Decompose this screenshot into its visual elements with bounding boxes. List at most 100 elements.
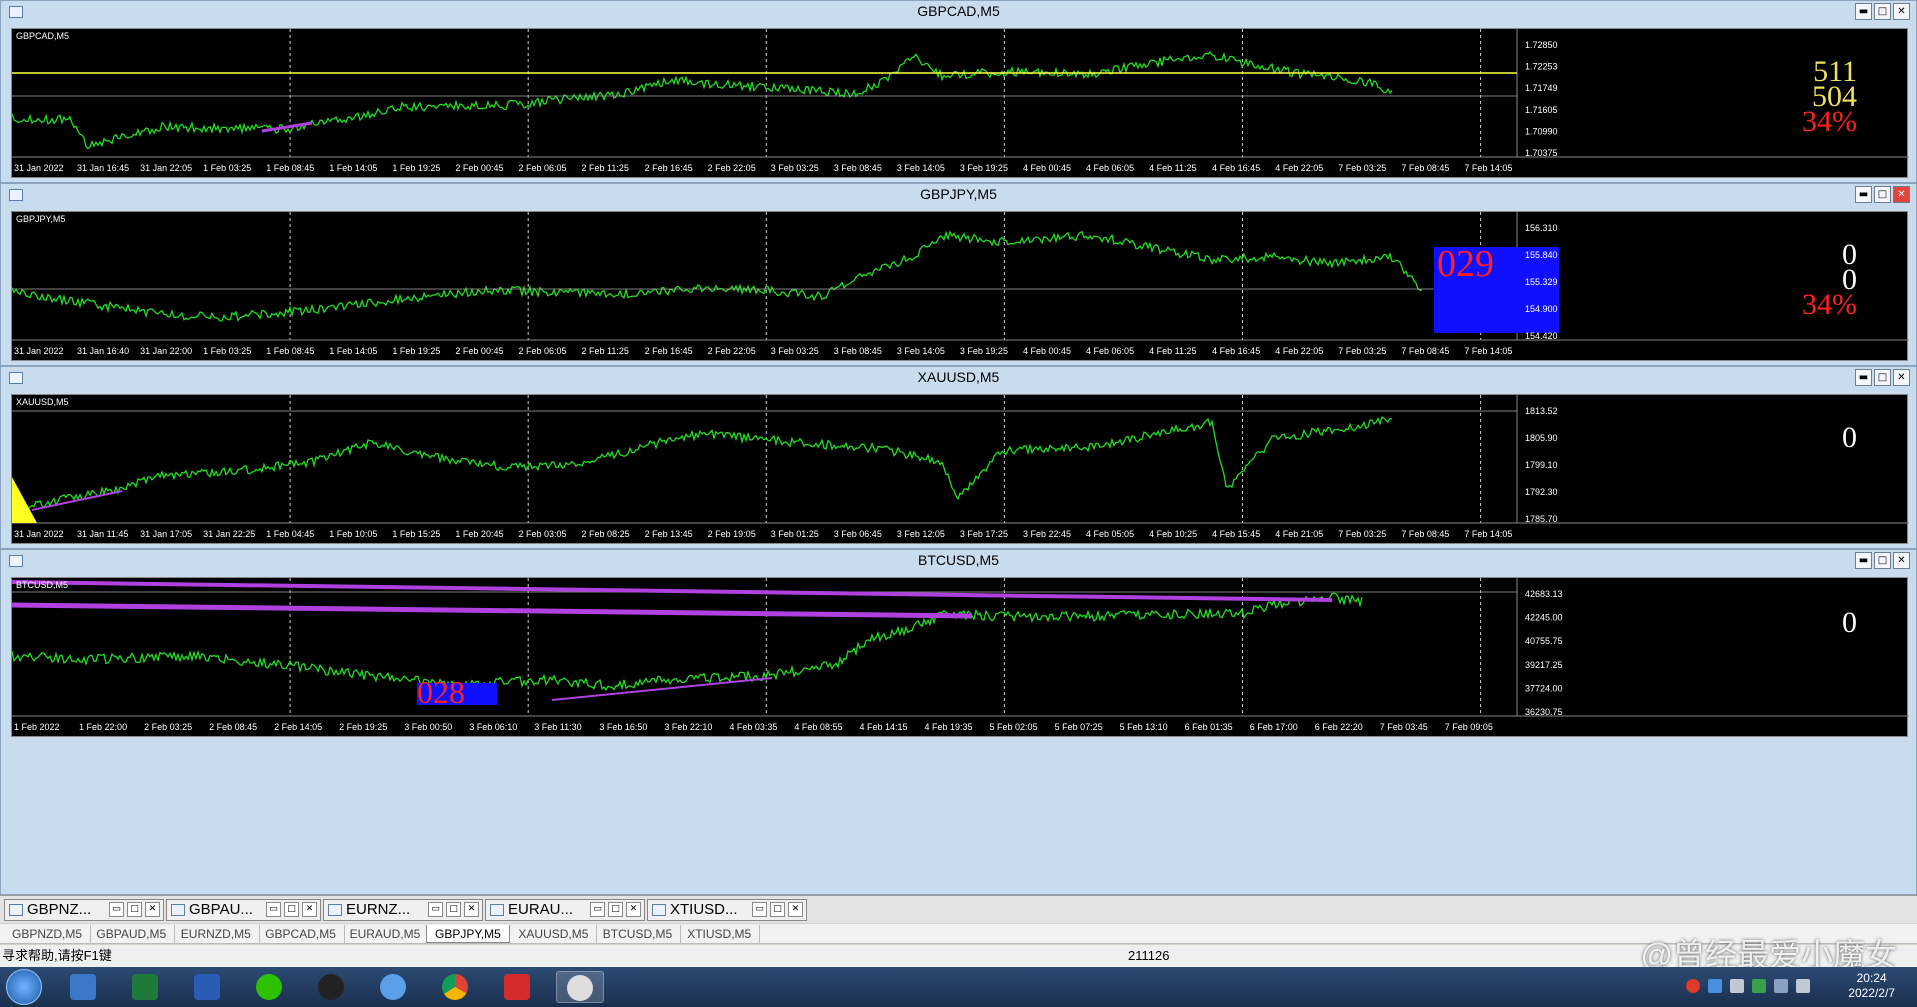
network-tray-icon[interactable] — [1774, 979, 1788, 993]
minimize-button[interactable]: ▬ — [1855, 3, 1872, 20]
sheet-tab[interactable]: EURAUD,M5 — [342, 925, 430, 943]
box-label: 029 — [1437, 243, 1494, 285]
close-button[interactable]: ✕ — [464, 902, 479, 917]
maximize-button[interactable]: □ — [770, 902, 785, 917]
restore-button[interactable]: ▭ — [428, 902, 443, 917]
mdi-tab[interactable]: EURNZ... ▭ □ ✕ — [323, 899, 483, 921]
sheet-tab[interactable]: GBPJPY,M5 — [426, 925, 510, 943]
time-tick-label: 1 Feb 14:05 — [329, 163, 377, 173]
shield-tray-icon[interactable] — [1708, 979, 1722, 993]
chart-window-icon — [9, 555, 23, 567]
taskbar-excel[interactable] — [122, 971, 170, 1003]
maximize-button[interactable]: □ — [284, 902, 299, 917]
price-chart[interactable]: 156.310 155.840 155.329 154.900 154.420 31 Ja… — [11, 211, 1909, 361]
maximize-button[interactable]: □ — [1874, 369, 1891, 386]
sheet-tab[interactable]: BTCUSD,M5 — [595, 925, 682, 943]
restore-button[interactable]: ▭ — [590, 902, 605, 917]
taskbar-word[interactable] — [184, 971, 232, 1003]
sheet-tab[interactable]: GBPNZD,M5 — [4, 925, 92, 943]
chart-window-btcusd[interactable]: BTCUSD,M5 ▬ □ ✕ 42683.13 42245.00 40755.75 39… — [0, 549, 1917, 895]
time-tick-label: 1 Feb 14:05 — [329, 346, 377, 356]
chart-window-xauusd[interactable]: XAUUSD,M5 ▬ □ ✕ 1813.52 1805.90 1799.10 1792.… — [0, 366, 1917, 549]
time-tick-label: 4 Feb 06:05 — [1086, 346, 1134, 356]
price-tick-label: 1799.10 — [1525, 460, 1558, 470]
time-tick-label: 3 Feb 06:45 — [834, 529, 882, 539]
qq-penguin-icon — [318, 974, 344, 1000]
sheet-tab[interactable]: EURNZD,M5 — [173, 925, 260, 943]
price-tick-label: 42245.00 — [1525, 613, 1563, 623]
close-button[interactable]: ✕ — [302, 902, 317, 917]
browser-icon — [380, 974, 406, 1000]
qq-tray-icon[interactable] — [1686, 979, 1700, 993]
close-button[interactable]: ✕ — [1893, 552, 1910, 569]
mdi-tab[interactable]: GBPNZ... ▭ □ ✕ — [4, 899, 164, 921]
time-tick-label: 6 Feb 22:20 — [1315, 722, 1363, 732]
time-tick-label: 2 Feb 00:45 — [455, 163, 503, 173]
chart-window-gbpjpy[interactable]: GBPJPY,M5 ▬ □ ✕ 156.310 155.840 155.329 154.9… — [0, 183, 1917, 366]
minimize-button[interactable]: ▬ — [1855, 552, 1872, 569]
time-tick-label: 31 Jan 22:00 — [140, 346, 192, 356]
bar-counter: 211126 — [1128, 948, 1170, 963]
windows-taskbar: 20:24 2022/2/7 — [0, 967, 1917, 1007]
price-tick-label: 36230.75 — [1525, 707, 1563, 717]
taskbar-chrome[interactable] — [432, 971, 480, 1003]
maximize-button[interactable]: □ — [1874, 3, 1891, 20]
mdi-tab[interactable]: EURAU... ▭ □ ✕ — [485, 899, 645, 921]
window-title-bar[interactable]: XAUUSD,M5 ▬ □ ✕ — [1, 367, 1916, 389]
time-tick-label: 3 Feb 08:45 — [834, 163, 882, 173]
close-button[interactable]: ✕ — [626, 902, 641, 917]
metatrader-icon — [567, 975, 593, 1001]
price-tick-label: 1785.70 — [1525, 514, 1558, 524]
time-tick-label: 3 Feb 14:05 — [897, 163, 945, 173]
volume-tray-icon[interactable] — [1730, 979, 1744, 993]
close-button[interactable]: ✕ — [1893, 186, 1910, 203]
taskbar-qq[interactable] — [308, 971, 356, 1003]
minimize-button[interactable]: ▬ — [1855, 369, 1872, 386]
time-tick-label: 4 Feb 10:25 — [1149, 529, 1197, 539]
taskbar-explorer[interactable] — [60, 971, 108, 1003]
yellow-triangle — [12, 477, 37, 523]
maximize-button[interactable]: □ — [608, 902, 623, 917]
sheet-tab[interactable]: XTIUSD,M5 — [679, 925, 761, 943]
minimize-button[interactable]: ▬ — [1855, 186, 1872, 203]
time-tick-label: 1 Feb 03:25 — [203, 346, 251, 356]
taskbar-metatrader[interactable] — [556, 971, 604, 1003]
maximize-button[interactable]: □ — [1874, 186, 1891, 203]
sheet-tab[interactable]: GBPCAD,M5 — [257, 925, 345, 943]
time-tick-label: 4 Feb 00:45 — [1023, 163, 1071, 173]
close-button[interactable]: ✕ — [145, 902, 160, 917]
window-title-bar[interactable]: GBPCAD,M5 ▬ □ ✕ — [1, 1, 1916, 23]
taskbar-wps[interactable] — [494, 971, 542, 1003]
maximize-button[interactable]: □ — [127, 902, 142, 917]
system-clock[interactable]: 20:24 2022/2/7 — [1848, 971, 1895, 1001]
mdi-tab[interactable]: GBPAU... ▭ □ ✕ — [166, 899, 321, 921]
restore-button[interactable]: ▭ — [752, 902, 767, 917]
start-button[interactable] — [6, 969, 42, 1005]
sheet-tab[interactable]: XAUUSD,M5 — [510, 925, 598, 943]
taskbar-browser[interactable] — [370, 971, 418, 1003]
close-button[interactable]: ✕ — [1893, 369, 1910, 386]
window-title-bar[interactable]: BTCUSD,M5 ▬ □ ✕ — [1, 550, 1916, 572]
time-tick-label: 7 Feb 03:45 — [1380, 722, 1428, 732]
app-tray-icon[interactable] — [1752, 979, 1766, 993]
close-button[interactable]: ✕ — [1893, 3, 1910, 20]
maximize-button[interactable]: □ — [446, 902, 461, 917]
taskbar-wechat[interactable] — [246, 971, 294, 1003]
speaker-tray-icon[interactable] — [1796, 979, 1810, 993]
maximize-button[interactable]: □ — [1874, 552, 1891, 569]
restore-button[interactable]: ▭ — [109, 902, 124, 917]
sheet-tab[interactable]: GBPAUD,M5 — [88, 925, 176, 943]
time-tick-label: 1 Feb 22:00 — [79, 722, 127, 732]
time-tick-label: 3 Feb 11:30 — [534, 722, 581, 732]
window-title-bar[interactable]: GBPJPY,M5 ▬ □ ✕ — [1, 184, 1916, 206]
chart-window-gbpcad[interactable]: GBPCAD,M5 ▬ □ ✕ 1.72850 1.72253 1.71749 1.716… — [0, 0, 1917, 183]
price-chart[interactable]: 42683.13 42245.00 40755.75 39217.25 37724.00… — [11, 577, 1909, 737]
close-button[interactable]: ✕ — [788, 902, 803, 917]
time-tick-label: 4 Feb 22:05 — [1275, 163, 1323, 173]
restore-button[interactable]: ▭ — [266, 902, 281, 917]
mdi-tab[interactable]: XTIUSD... ▭ □ ✕ — [647, 899, 807, 921]
time-tick-label: 2 Feb 08:45 — [209, 722, 257, 732]
price-chart[interactable]: 1813.52 1805.90 1799.10 1792.30 1785.70 31 Ja… — [11, 394, 1909, 544]
price-chart[interactable]: 1.72850 1.72253 1.71749 1.71605 1.70990 1.703… — [11, 28, 1909, 178]
chart-symbol-label: XAUUSD,M5 — [16, 397, 69, 407]
